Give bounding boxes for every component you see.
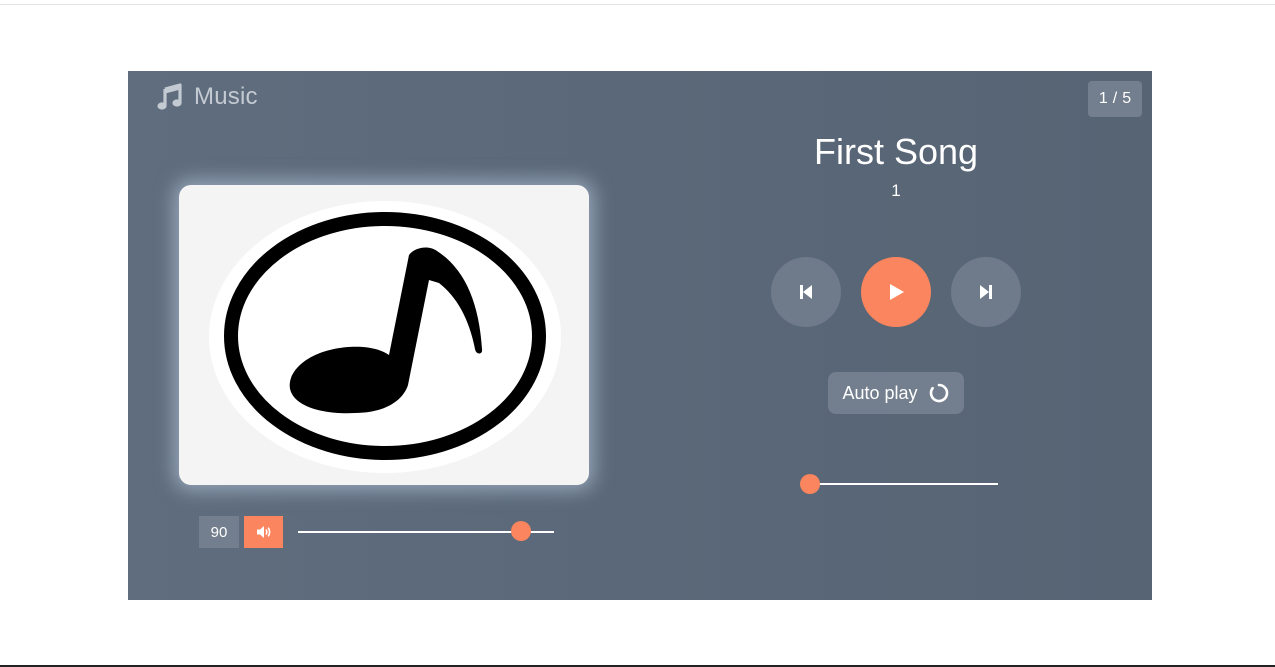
- song-title: First Song: [813, 131, 979, 172]
- previous-button[interactable]: [771, 257, 841, 327]
- volume-value: 90: [199, 516, 239, 548]
- music-note-disc-icon: [209, 201, 561, 473]
- music-player: Music 1 / 5 90 First Song 1 Auto play: [128, 71, 1152, 600]
- skip-next-icon: [980, 285, 992, 299]
- app-title: Music: [194, 83, 258, 110]
- song-artist: 1: [891, 181, 901, 200]
- track-separator: /: [1112, 90, 1118, 107]
- speaker-volume-icon: [256, 526, 270, 538]
- play-button[interactable]: [861, 257, 931, 327]
- play-icon: [890, 284, 904, 300]
- next-button[interactable]: [951, 257, 1021, 327]
- track-counter: 1 / 5: [1088, 81, 1142, 117]
- browser-top-border: [0, 4, 1275, 5]
- album-cover: [179, 185, 589, 485]
- track-total: 5: [1122, 90, 1132, 107]
- loop-icon: [929, 383, 948, 403]
- mute-button[interactable]: [244, 516, 283, 548]
- track-current: 1: [1098, 90, 1108, 107]
- skip-previous-icon: [800, 285, 812, 299]
- volume-slider-thumb[interactable]: [510, 521, 531, 541]
- autoplay-button[interactable]: Auto play: [828, 372, 964, 414]
- autoplay-label: Auto play: [842, 382, 918, 403]
- progress-slider-thumb[interactable]: [799, 474, 820, 494]
- music-note-icon: [157, 83, 182, 110]
- progress-slider-track[interactable]: [804, 483, 998, 485]
- app-brand: Music: [156, 83, 258, 111]
